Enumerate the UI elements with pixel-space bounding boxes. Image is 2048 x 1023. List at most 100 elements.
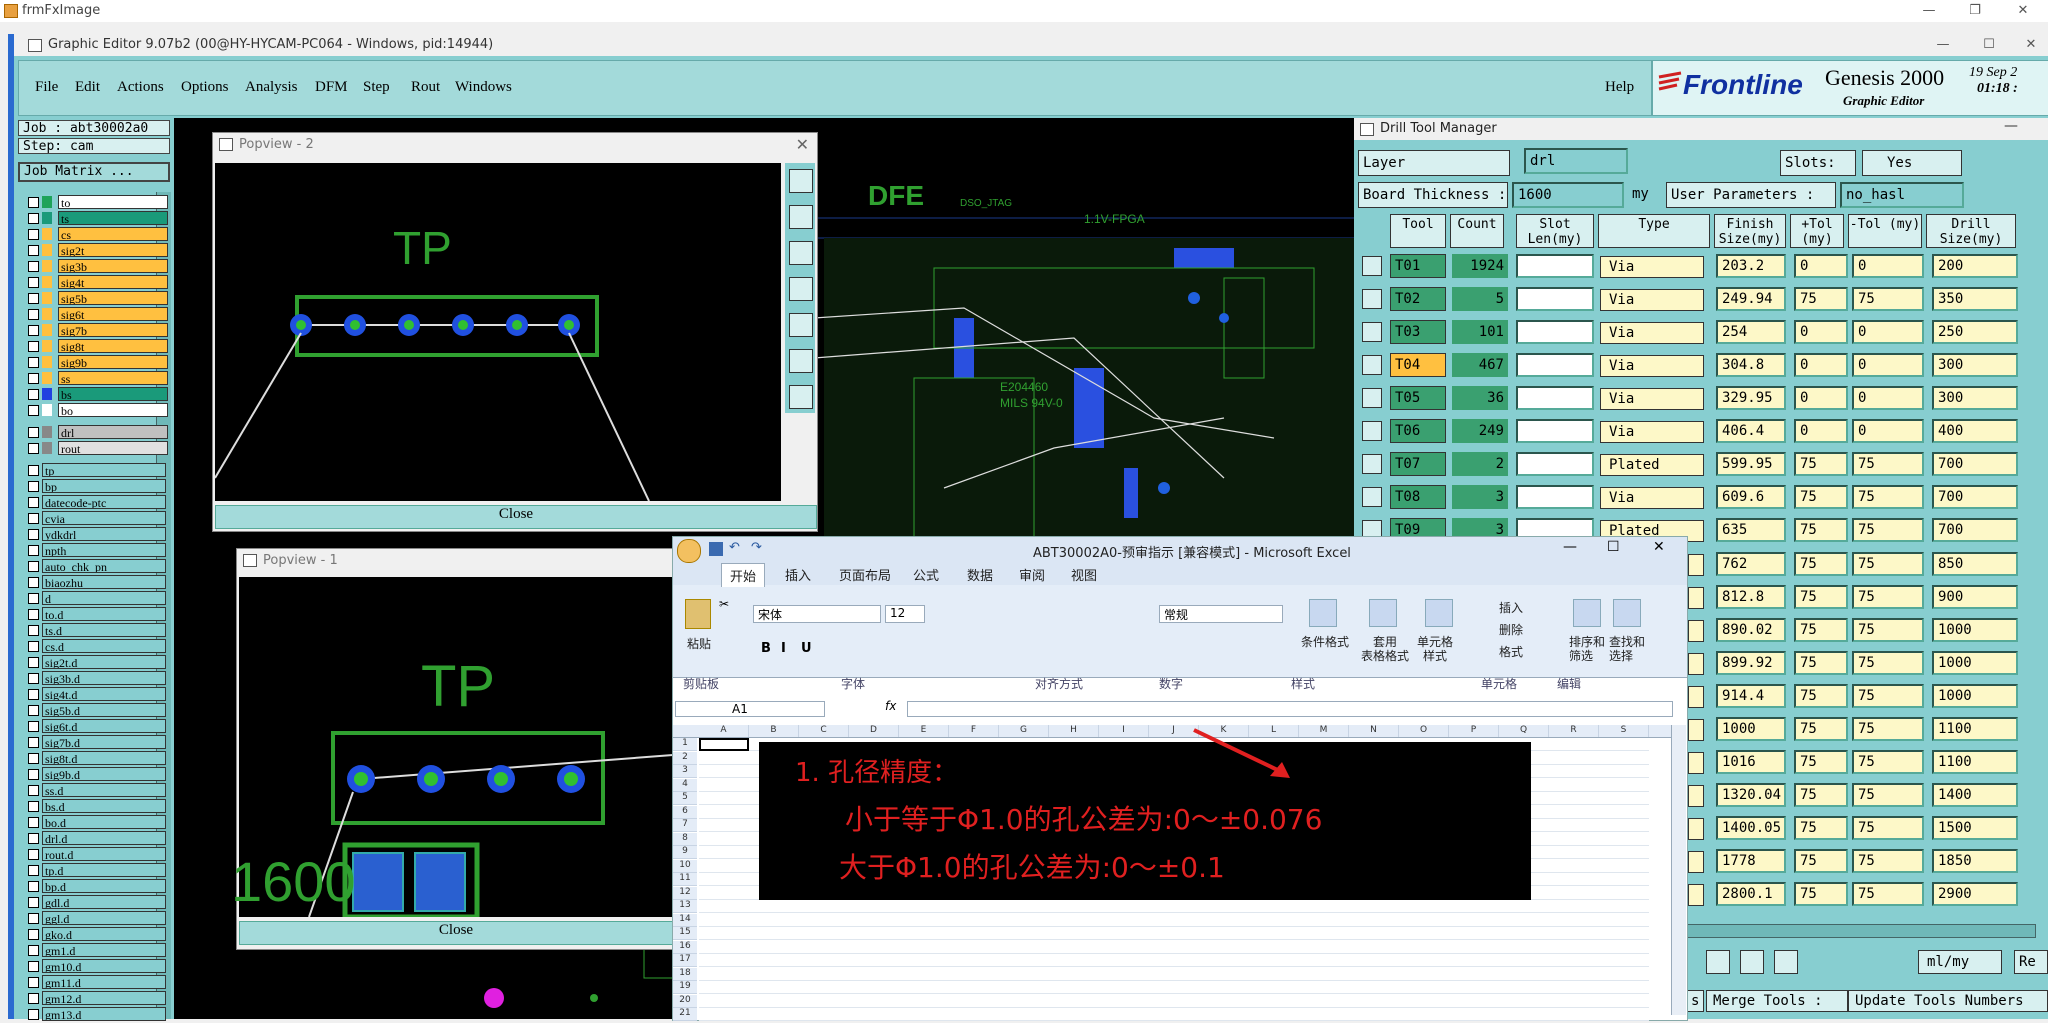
row-header[interactable]: 19 [673,981,697,994]
slot-len-field[interactable] [1516,353,1594,377]
layer-checkbox[interactable] [28,443,39,454]
tool-name[interactable]: T02 [1390,287,1446,311]
excel-minimize-icon[interactable]: — [1563,539,1577,555]
row-header[interactable]: 6 [673,805,697,819]
layer-name[interactable]: sig2t.d [42,655,166,669]
cell-finish[interactable]: 304.8 [1716,353,1786,377]
name-box[interactable]: A1 [675,701,825,717]
cell-drill-size[interactable]: 850 [1932,552,2018,576]
layer-checkbox[interactable] [28,373,39,384]
layer-checkbox[interactable] [28,341,39,352]
row-expand-button[interactable] [1362,388,1382,408]
layer-name[interactable]: sig9b.d [42,767,166,781]
layer-name[interactable]: to [58,195,168,209]
delete-tools-icon[interactable] [1774,950,1798,974]
layer-row[interactable]: ss [28,371,168,386]
layer-row[interactable]: sig5b.d [28,703,166,718]
layer-checkbox[interactable] [28,721,39,732]
layer-checkbox[interactable] [28,593,39,604]
restore-icon[interactable]: ❐ [1952,0,1998,22]
cell-plus-tol[interactable]: 0 [1794,419,1848,443]
layer-name[interactable]: cs [58,227,168,241]
popview-1-canvas[interactable]: TP 1600 [231,577,674,920]
cell-finish[interactable]: 890.02 [1716,618,1786,642]
cell-plus-tol[interactable]: 75 [1794,585,1848,609]
slot-len-field[interactable] [1516,485,1594,509]
cell-minus-tol[interactable]: 75 [1852,651,1924,675]
layer-name[interactable]: biaozhu [42,575,166,589]
layer-name[interactable]: bp [42,479,166,493]
row-expand-button[interactable] [1362,322,1382,342]
cell-minus-tol[interactable]: 0 [1852,320,1924,344]
row-header[interactable]: 5 [673,792,697,805]
layer-checkbox[interactable] [28,465,39,476]
layer-row[interactable]: bp.d [28,879,166,894]
cell-drill-size[interactable]: 1000 [1932,684,2018,708]
row-header[interactable]: 18 [673,967,697,981]
cell-drill-size[interactable]: 350 [1932,287,2018,311]
paste-label[interactable]: 粘贴 [687,635,711,652]
menu-dfm[interactable]: DFM [315,79,348,96]
app-minimize-icon[interactable]: — [1920,34,1966,56]
edit-button[interactable]: 排序和 筛选 [1569,635,1605,663]
type-select-arrow[interactable] [1688,620,1704,642]
layer-checkbox[interactable] [28,881,39,892]
slot-len-field[interactable] [1516,320,1594,344]
layer-row[interactable]: bs [28,387,168,402]
type-select-arrow[interactable] [1688,554,1704,576]
styles-button[interactable]: 套用 表格格式 [1361,635,1409,663]
ribbon-tab[interactable]: 开始 [721,563,766,587]
layer-name[interactable]: auto_chk_pn [42,559,166,573]
job-matrix-button[interactable]: Job Matrix ... [18,162,170,182]
layer-row[interactable]: gm10.d [28,959,166,974]
cell-plus-tol[interactable]: 0 [1794,320,1848,344]
tool-name[interactable]: T07 [1390,452,1446,476]
type-select-arrow[interactable] [1688,653,1704,675]
cell-drill-size[interactable]: 250 [1932,320,2018,344]
cell-drill-size[interactable]: 400 [1932,419,2018,443]
type-select[interactable]: Via [1600,289,1704,311]
row-header[interactable]: 12 [673,886,697,900]
type-select-arrow[interactable] [1688,587,1704,609]
layer-checkbox[interactable] [28,817,39,828]
type-select[interactable]: Via [1600,322,1704,344]
layer-checkbox[interactable] [28,961,39,972]
cell-plus-tol[interactable]: 75 [1794,750,1848,774]
layer-row[interactable]: sig3b [28,259,168,274]
layer-name[interactable]: drl [58,425,168,439]
layer-name[interactable]: ydkdrl [42,527,166,541]
layer-name[interactable]: rout.d [42,847,166,861]
row-expand-button[interactable] [1362,421,1382,441]
cell-plus-tol[interactable]: 75 [1794,684,1848,708]
layer-row[interactable]: drl [28,425,168,440]
row-header[interactable]: 21 [673,1008,697,1021]
cell-plus-tol[interactable]: 75 [1794,552,1848,576]
layer-checkbox[interactable] [28,277,39,288]
save-icon[interactable] [709,542,723,556]
layer-checkbox[interactable] [28,993,39,1004]
pan-down-icon[interactable] [789,241,813,265]
cell-drill-size[interactable]: 700 [1932,452,2018,476]
zoom-in-icon[interactable] [789,349,813,373]
layer-name[interactable]: ss.d [42,783,166,797]
layer-checkbox[interactable] [28,229,39,240]
layer-row[interactable]: sig8t [28,339,168,354]
layer-row[interactable]: bs.d [28,799,166,814]
cell-minus-tol[interactable]: 75 [1852,750,1924,774]
layer-name[interactable]: bp.d [42,879,166,893]
layer-name[interactable]: sig3b.d [42,671,166,685]
layer-row[interactable]: sig9b.d [28,767,166,782]
type-select-arrow[interactable] [1688,851,1704,873]
layer-checkbox[interactable] [28,977,39,988]
slot-len-field[interactable] [1516,287,1594,311]
redo-icon[interactable]: ↷ [751,540,762,555]
layer-row[interactable]: tp [28,463,166,478]
cell-drill-size[interactable]: 1100 [1932,750,2018,774]
layer-name[interactable]: bo [58,403,168,417]
cell-drill-size[interactable]: 700 [1932,518,2018,542]
ribbon-tab[interactable]: 视图 [1071,565,1097,584]
cell-plus-tol[interactable]: 75 [1794,717,1848,741]
layer-checkbox[interactable] [28,389,39,400]
layer-row[interactable]: sig7b [28,323,168,338]
paste-icon[interactable] [685,599,711,629]
